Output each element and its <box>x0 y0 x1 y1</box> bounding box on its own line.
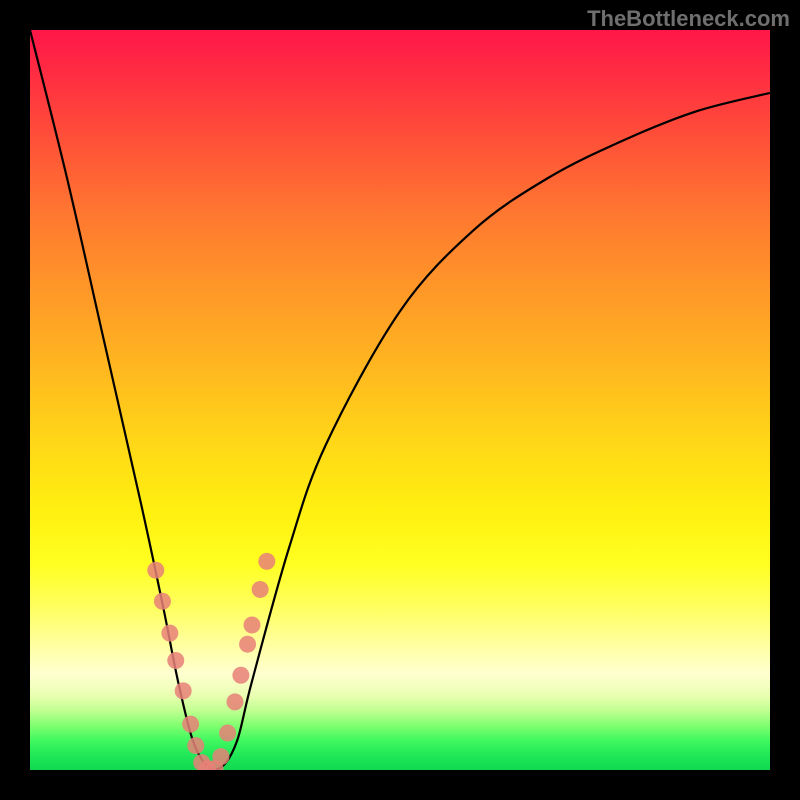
chart-background-gradient <box>30 30 770 770</box>
watermark-text: TheBottleneck.com <box>587 6 790 32</box>
